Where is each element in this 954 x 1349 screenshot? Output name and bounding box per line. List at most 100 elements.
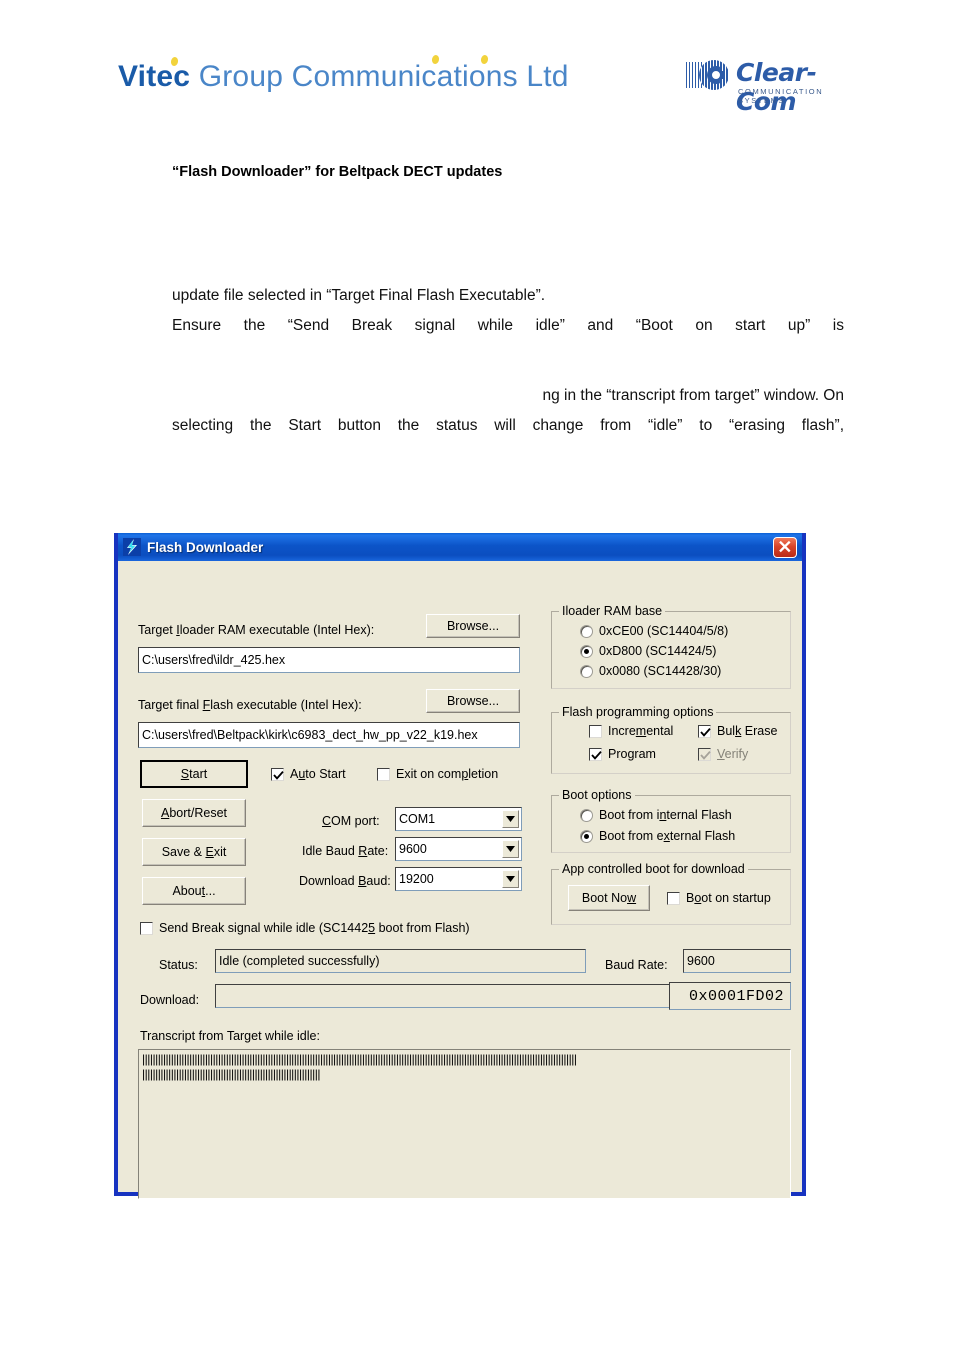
boot-now-button[interactable]: Boot Now: [568, 885, 650, 911]
boot-options-title: Boot options: [559, 788, 635, 802]
download-baud-label: Download Baud:: [299, 874, 391, 888]
radio-label: Boot from internal Flash: [599, 808, 732, 822]
verify-checkbox: Verify: [698, 747, 748, 761]
iloader-path-input[interactable]: C:\users\fred\ildr_425.hex: [138, 647, 520, 673]
lightning-bolt-icon: [123, 538, 141, 556]
iloader-ram-base-group: Iloader RAM base 0xCE00 (SC14404/5/8) 0x…: [551, 604, 791, 689]
download-baud-value: 19200: [399, 872, 434, 886]
boot-on-startup-label: Boot on startup: [686, 891, 771, 905]
paragraph-2: ng in the “transcript from target” windo…: [172, 381, 844, 441]
com-port-value: COM1: [399, 812, 436, 826]
flash-downloader-window: Flash Downloader Target Iloader RAM exec…: [114, 533, 806, 1199]
program-label: Program: [608, 747, 656, 761]
radio-circle-icon: [580, 829, 593, 843]
status-label: Status:: [159, 958, 198, 972]
chevron-down-icon[interactable]: [502, 840, 519, 858]
transcript-line-1: ||||||||||||||||||||||||||||||||||||||||…: [142, 1052, 577, 1066]
program-checkbox[interactable]: Program: [589, 747, 656, 761]
radio-label: Boot from external Flash: [599, 829, 736, 843]
radio-iloader-base-0xce00[interactable]: 0xCE00 (SC14404/5/8): [580, 624, 728, 638]
baud-rate-label: Baud Rate:: [605, 958, 668, 972]
paragraph-1: update file selected in “Target Final Fl…: [172, 281, 844, 341]
download-address-value: 0x0001FD02: [669, 982, 791, 1010]
transcript-line-2: ||||||||||||||||||||||||||||||||||||||||…: [142, 1067, 320, 1081]
document-heading: “Flash Downloader” for Beltpack DECT upd…: [172, 164, 503, 180]
send-break-check-box: [140, 921, 153, 935]
radio-iloader-base-0xd800[interactable]: 0xD800 (SC14424/5): [580, 644, 716, 658]
window-titlebar[interactable]: Flash Downloader: [118, 533, 802, 561]
browse-iloader-button[interactable]: Browse...: [426, 614, 520, 638]
page-header: Vitec Group Communications Ltd Clear-Com…: [0, 0, 954, 120]
program-check-box: [589, 747, 602, 761]
radio-boot-internal-flash[interactable]: Boot from internal Flash: [580, 808, 732, 822]
flash-programming-options-title: Flash programming options: [559, 705, 717, 719]
paragraph-1-line-2: Ensure the “Send Break signal while idle…: [172, 317, 844, 334]
auto-start-label: Auto Start: [290, 767, 346, 781]
abort-reset-button[interactable]: Abort/Reset: [142, 799, 246, 827]
radio-label: 0xCE00 (SC14404/5/8): [599, 624, 729, 638]
radio-iloader-base-0x0080[interactable]: 0x0080 (SC14428/30): [580, 664, 721, 678]
bulk-erase-label: Bulk Erase: [717, 724, 778, 738]
app-controlled-boot-title: App controlled boot for download: [559, 862, 748, 876]
baud-rate-value: 9600: [683, 949, 791, 973]
send-break-checkbox[interactable]: Send Break signal while idle (SC14425 bo…: [140, 921, 470, 935]
bulk-erase-checkbox[interactable]: Bulk Erase: [698, 724, 777, 738]
dialog-body: Target Iloader RAM executable (Intel Hex…: [118, 561, 802, 1199]
download-label: Download:: [140, 993, 200, 1007]
vitec-group-logo: Vitec Group Communications Ltd: [118, 60, 569, 94]
save-and-exit-button[interactable]: Save & Exit: [142, 838, 246, 866]
radio-circle-icon: [580, 644, 593, 658]
transcript-textarea[interactable]: ||||||||||||||||||||||||||||||||||||||||…: [138, 1049, 791, 1199]
app-controlled-boot-group: App controlled boot for download Boot No…: [551, 862, 791, 925]
vitec-logo-rest: Group Communications Ltd: [190, 60, 569, 93]
iloader-path-label: Target Iloader RAM executable (Intel Hex…: [138, 623, 375, 637]
close-icon[interactable]: [773, 536, 797, 558]
idle-baud-rate-value: 9600: [399, 842, 427, 856]
chevron-down-icon[interactable]: [502, 870, 519, 888]
radio-circle-icon: [580, 664, 593, 678]
verify-check-box: [698, 747, 711, 761]
incremental-checkbox[interactable]: Incremental: [589, 724, 673, 738]
download-baud-select[interactable]: 19200: [395, 867, 522, 891]
com-port-label: COM port:: [322, 814, 380, 828]
boot-options-group: Boot options Boot from internal Flash Bo…: [551, 788, 791, 853]
flash-path-label: Target final Flash executable (Intel Hex…: [138, 698, 362, 712]
browse-flash-button[interactable]: Browse...: [426, 689, 520, 713]
clearcom-logo: Clear-Com COMMUNICATION SYSTEMS: [686, 58, 838, 116]
flash-path-input[interactable]: C:\users\fred\Beltpack\kirk\c6983_dect_h…: [138, 722, 520, 748]
radio-circle-icon: [580, 808, 593, 822]
radio-boot-external-flash[interactable]: Boot from external Flash: [580, 829, 735, 843]
send-break-label: Send Break signal while idle (SC14425 bo…: [159, 921, 470, 935]
flash-programming-options-group: Flash programming options Incremental Bu…: [551, 705, 791, 774]
exit-on-completion-check-box: [377, 767, 390, 781]
verify-label: Verify: [717, 747, 749, 761]
radio-circle-icon: [580, 624, 593, 638]
clearcom-mark-icon: [686, 60, 732, 90]
status-value: Idle (completed successfully): [215, 949, 586, 973]
idle-baud-rate-label: Idle Baud Rate:: [302, 844, 389, 858]
auto-start-checkbox[interactable]: Auto Start: [271, 767, 346, 781]
download-progress-value: [215, 984, 670, 1008]
radio-label: 0x0080 (SC14428/30): [599, 664, 722, 678]
paragraph-1-line-1: update file selected in “Target Final Fl…: [172, 287, 546, 304]
vitec-logo-bold: Vitec: [118, 60, 191, 93]
boot-on-startup-check-box: [667, 891, 680, 905]
paragraph-2-line-1: ng in the “transcript from target” windo…: [542, 387, 844, 404]
exit-on-completion-checkbox[interactable]: Exit on completion: [377, 767, 498, 781]
auto-start-check-box: [271, 767, 284, 781]
bulk-erase-check-box: [698, 724, 711, 738]
boot-on-startup-checkbox[interactable]: Boot on startup: [667, 891, 771, 905]
about-button[interactable]: About...: [142, 877, 246, 905]
transcript-label: Transcript from Target while idle:: [140, 1029, 320, 1043]
idle-baud-rate-select[interactable]: 9600: [395, 837, 522, 861]
exit-on-completion-label: Exit on completion: [396, 767, 499, 781]
iloader-ram-base-title: Iloader RAM base: [559, 604, 666, 618]
com-port-select[interactable]: COM1: [395, 807, 522, 831]
radio-label: 0xD800 (SC14424/5): [599, 644, 717, 658]
chevron-down-icon[interactable]: [502, 810, 519, 828]
incremental-check-box: [589, 724, 602, 738]
start-button[interactable]: Start: [140, 760, 248, 788]
window-title: Flash Downloader: [147, 539, 264, 555]
incremental-label: Incremental: [608, 724, 674, 738]
clearcom-tagline: COMMUNICATION SYSTEMS: [738, 87, 824, 105]
